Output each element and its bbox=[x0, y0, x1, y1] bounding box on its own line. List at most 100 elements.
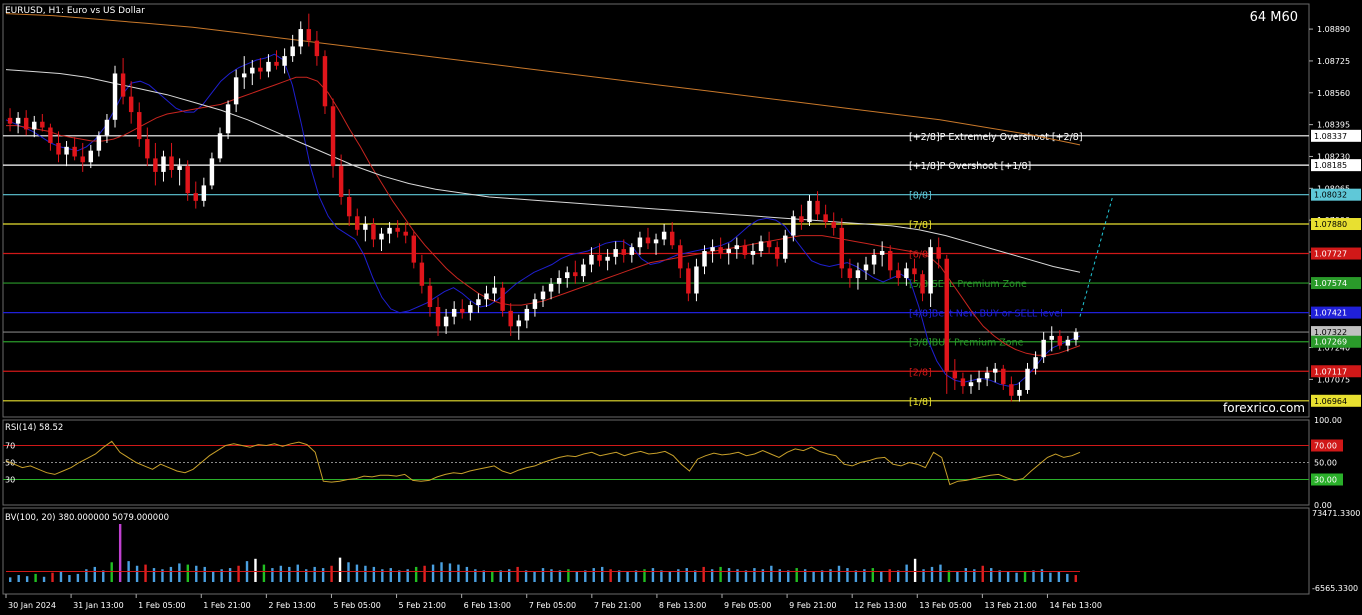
candle bbox=[678, 239, 683, 279]
candle-body bbox=[661, 231, 667, 240]
price-tick-label: 1.08395 bbox=[1317, 121, 1350, 130]
candle bbox=[581, 258, 586, 282]
level-price-tag: 1.08185 bbox=[1311, 159, 1361, 172]
volume-panel[interactable]: BV(100, 20) 380.000000 5079.000000 73471.… bbox=[5, 509, 1360, 593]
candle-body bbox=[815, 200, 820, 215]
volume-bar bbox=[947, 570, 951, 582]
time-axis[interactable]: 30 Jan 2024 31 Jan 13:00 1 Feb 05:00 1 Feb … bbox=[5, 594, 1102, 610]
volume-bar bbox=[228, 568, 232, 582]
candle-body bbox=[7, 117, 13, 124]
volume-bar bbox=[820, 570, 824, 582]
volume-bar bbox=[448, 563, 452, 582]
candle bbox=[145, 127, 150, 167]
level-tag-label: 1.08337 bbox=[1314, 132, 1347, 141]
candle-body bbox=[589, 254, 594, 265]
candle bbox=[322, 50, 328, 115]
candle-body bbox=[831, 222, 836, 228]
candle bbox=[112, 65, 118, 128]
level-tag-label: 1.07880 bbox=[1314, 220, 1347, 229]
volume-bar bbox=[414, 566, 418, 582]
candle-body bbox=[56, 142, 61, 155]
volume-bar bbox=[491, 571, 494, 582]
candle bbox=[871, 249, 877, 275]
candle bbox=[451, 301, 457, 325]
volume-bar bbox=[770, 565, 773, 582]
volume-bar bbox=[913, 558, 917, 582]
volume-bar bbox=[25, 576, 29, 582]
candle-body bbox=[855, 270, 861, 279]
candle bbox=[411, 231, 417, 269]
candle-body bbox=[613, 249, 618, 257]
time-tick-label: 14 Feb 13:00 bbox=[1049, 601, 1101, 610]
candle bbox=[839, 218, 845, 279]
candle bbox=[734, 237, 740, 259]
candle bbox=[403, 222, 408, 244]
candle bbox=[419, 254, 425, 294]
projection-line bbox=[1079, 194, 1114, 317]
rsi-title: RSI(14) 58.52 bbox=[5, 423, 63, 433]
candle-body bbox=[1041, 339, 1046, 358]
candle bbox=[104, 114, 110, 143]
candle bbox=[556, 270, 562, 294]
candle-body bbox=[629, 247, 635, 255]
candle-body bbox=[40, 121, 45, 128]
candle-body bbox=[1009, 384, 1014, 396]
candle-body bbox=[346, 196, 352, 217]
level-tag-label: 1.07269 bbox=[1314, 338, 1347, 347]
candle-body bbox=[15, 117, 21, 124]
candle-body bbox=[928, 247, 933, 294]
level-price-tag: 1.07117 bbox=[1311, 365, 1361, 378]
level-label: [+1/8]P Overshoot [+1/8] bbox=[909, 161, 1031, 172]
volume-bar bbox=[457, 564, 460, 582]
volume-bar bbox=[575, 571, 579, 582]
volume-bar bbox=[744, 570, 748, 582]
volume-bar bbox=[110, 562, 113, 582]
candle bbox=[774, 241, 780, 267]
level-tag-label: 1.07421 bbox=[1314, 309, 1347, 318]
candle bbox=[468, 301, 473, 321]
candle-body bbox=[80, 156, 85, 163]
candle bbox=[209, 152, 215, 190]
volume-bar bbox=[660, 570, 663, 582]
candle bbox=[330, 98, 336, 178]
candle bbox=[72, 137, 77, 161]
level-price-tags: 1.08337 1.08185 1.08032 1.07880 1.07727 1.075… bbox=[1311, 129, 1361, 407]
volume-bar bbox=[499, 570, 502, 582]
level-label: [+2/8]P Extremely Overshoot [+2/8] bbox=[909, 132, 1083, 143]
candle bbox=[7, 108, 13, 132]
candle-body bbox=[750, 251, 756, 255]
rsi-tick-label: 100.00 bbox=[1314, 416, 1342, 425]
volume-bar bbox=[347, 562, 350, 582]
trading-chart[interactable]: [+2/8]P Extremely Overshoot [+2/8] [+1/8]… bbox=[0, 0, 1362, 615]
volume-bar bbox=[584, 570, 587, 582]
time-tick-label: 31 Jan 13:00 bbox=[73, 601, 124, 610]
volume-bar bbox=[685, 568, 688, 582]
candle bbox=[661, 224, 667, 246]
candle bbox=[565, 266, 570, 288]
candle-body bbox=[904, 268, 909, 279]
candle bbox=[217, 127, 223, 163]
rsi-panel[interactable]: RSI(14) 58.52705030100.0070.0050.0030.00… bbox=[3, 416, 1343, 510]
volume-tick-label: 73471.3300 bbox=[1312, 509, 1360, 518]
candle bbox=[137, 102, 142, 147]
candle bbox=[710, 239, 715, 263]
time-tick-label: 30 Jan 2024 bbox=[8, 601, 56, 610]
candle bbox=[984, 366, 990, 387]
candle bbox=[120, 58, 126, 105]
volume-bar bbox=[118, 524, 122, 582]
volume-bar bbox=[634, 570, 638, 582]
candle-body bbox=[233, 77, 239, 105]
candle-body bbox=[468, 305, 473, 313]
volume-bar bbox=[1049, 572, 1052, 582]
candle-body bbox=[32, 121, 37, 130]
watermark: forexrico.com bbox=[1223, 401, 1305, 415]
candle-body bbox=[137, 112, 142, 140]
volume-bar bbox=[998, 570, 1001, 582]
volume-bar bbox=[330, 565, 333, 582]
candle-body bbox=[1001, 368, 1006, 385]
volume-bar bbox=[846, 568, 849, 582]
time-tick-label: 1 Feb 21:00 bbox=[203, 601, 250, 610]
volume-bar bbox=[465, 566, 469, 582]
volume-bar bbox=[355, 564, 359, 582]
candle bbox=[250, 59, 255, 86]
